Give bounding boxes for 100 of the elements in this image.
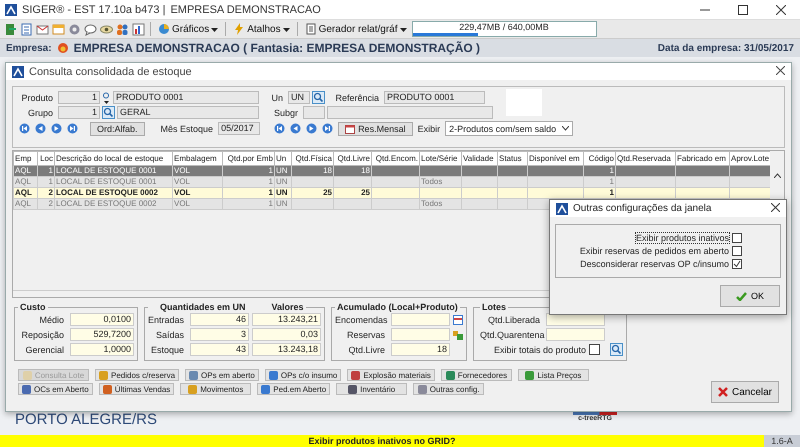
menu-button[interactable]: Gráficos [156, 23, 220, 35]
checkbox-label: Desconsiderar reservas OP c/insumo [580, 259, 729, 269]
column-header[interactable]: Qtd.por Emb [222, 152, 274, 166]
cancel-button[interactable]: Cancelar [711, 381, 779, 403]
chart-icon[interactable] [132, 22, 145, 36]
app-logo-icon [5, 4, 17, 16]
eye-icon[interactable] [100, 22, 113, 36]
company-label: Empresa: [6, 42, 52, 54]
close-icon[interactable] [776, 66, 785, 74]
action-button[interactable]: Outras config. [413, 383, 484, 395]
lightning-icon [233, 23, 246, 35]
field-label: Estoque [150, 344, 185, 354]
field-label: Qtd.Quarentena [480, 330, 543, 340]
field-label: Qtd.Liberada [486, 314, 541, 324]
column-header[interactable]: Validade [462, 152, 498, 166]
arrow-left-icon[interactable] [290, 123, 302, 134]
door-icon[interactable] [4, 22, 17, 36]
action-button[interactable]: Movimentos [180, 383, 252, 395]
column-header[interactable]: Qtd.Livre [334, 152, 372, 166]
skip-forward-icon[interactable] [67, 123, 78, 134]
field-label: Produto [20, 92, 54, 102]
ok-button[interactable]: OK [720, 285, 780, 307]
close-icon[interactable] [776, 4, 786, 14]
checkbox-label: Exibir produtos inativos [636, 233, 729, 243]
display-dropdown[interactable]: 2-Produtos com/sem saldo [445, 121, 574, 136]
value-field: 13.243,18 [252, 343, 321, 356]
checkbox[interactable] [732, 233, 742, 243]
column-header[interactable]: Status [498, 152, 528, 166]
skip-forward-icon[interactable] [322, 123, 334, 134]
app-logo-icon [12, 66, 24, 78]
code-field[interactable]: 1 [58, 91, 100, 104]
action-button[interactable]: Lista Preços [518, 369, 589, 381]
value-field [391, 313, 450, 326]
column-header[interactable]: Qtd.Reservada [616, 152, 676, 166]
field-label: Qtd.Livre [347, 344, 386, 354]
column-header[interactable]: Fabricado em [676, 152, 730, 166]
skip-back-icon[interactable] [274, 123, 286, 134]
code-field[interactable]: 1 [58, 106, 100, 119]
order-button[interactable]: Ord:Alfab. [90, 122, 145, 136]
table-row[interactable]: AQL 1 LOCAL DE ESTOQUE 0001 VOL 1 UN 18 18 1 [14, 166, 774, 176]
envelope-icon[interactable] [36, 22, 49, 36]
flame-logo-icon [56, 42, 69, 54]
value-field: 3 [190, 328, 249, 341]
checkbox[interactable] [732, 246, 742, 256]
name-field[interactable]: GERAL [117, 106, 259, 119]
column-header[interactable]: Descrição do local de estoque [54, 152, 172, 166]
action-button[interactable]: Fornecedores [440, 369, 512, 381]
action-button[interactable]: Últimas Vendas [98, 383, 174, 395]
arrow-left-icon[interactable] [35, 123, 46, 134]
x-icon [718, 387, 728, 397]
column-header[interactable]: Código [584, 152, 616, 166]
value-field: 1,0000 [70, 343, 134, 356]
maximize-icon[interactable] [738, 4, 748, 14]
input-field[interactable] [303, 106, 325, 119]
column-header[interactable]: Un [274, 152, 292, 166]
action-button[interactable]: OPs c/o insumo [264, 369, 342, 381]
table-cell: LOCAL DE ESTOQUE 0001 [54, 166, 172, 176]
action-button[interactable]: Explosão materiais [347, 369, 435, 381]
column-header[interactable]: Disponível em [528, 152, 584, 166]
table-cell: AQL [14, 198, 38, 210]
action-button[interactable]: OPs em aberto [185, 369, 259, 381]
menu-button[interactable]: Atalhos [231, 23, 292, 35]
pie-chart-icon [158, 23, 170, 35]
action-button[interactable]: OCs em Aberto [18, 383, 93, 395]
input-field[interactable]: UN [288, 91, 310, 104]
company-date: Data da empresa: 31/05/2017 [658, 42, 794, 54]
action-button[interactable]: Pedidos c/reserva [95, 369, 180, 381]
column-header[interactable]: Qtd.Encom. [372, 152, 420, 166]
input-field[interactable]: PRODUTO 0001 [384, 91, 485, 104]
checkbox[interactable] [589, 344, 600, 355]
action-button[interactable]: Ped.em Aberto [257, 383, 330, 395]
input-field[interactable] [327, 106, 493, 119]
column-header[interactable]: Emp [14, 152, 38, 166]
arrow-right-icon[interactable] [306, 123, 318, 134]
close-icon[interactable] [771, 202, 780, 212]
chat-icon[interactable] [84, 22, 97, 36]
summary-button[interactable]: Res.Mensal [338, 122, 413, 136]
panel-title: Valores [272, 302, 304, 312]
field-label: Exibir [418, 124, 440, 134]
table-cell: LOCAL DE ESTOQUE 0002 [54, 198, 172, 210]
value-field: 46 [190, 313, 249, 326]
cubes-icon[interactable] [453, 330, 463, 340]
skip-back-icon[interactable] [19, 123, 30, 134]
action-button[interactable]: Inventário [336, 383, 408, 395]
input-field[interactable]: 05/2017 [218, 122, 260, 135]
column-header[interactable]: Embalagem [172, 152, 222, 166]
menu-button[interactable]: Gerador relat/gráf [302, 23, 409, 35]
table-cell: AQL [14, 166, 38, 176]
checkbox[interactable] [732, 259, 742, 269]
window-icon[interactable] [52, 22, 65, 36]
column-header[interactable]: Qtd.Física [292, 152, 334, 166]
scroll-up-icon[interactable] [774, 173, 780, 178]
calendar-icon[interactable] [453, 314, 463, 324]
table-row[interactable]: AQL 1 LOCAL DE ESTOQUE 0001 VOL 1 UN Todos 1 [14, 176, 774, 188]
column-header[interactable]: Loc [38, 152, 54, 166]
column-header[interactable]: Lote/Série [420, 152, 462, 166]
dialog-title: Consulta consolidada de estoque [29, 66, 192, 78]
name-field[interactable]: PRODUTO 0001 [113, 91, 259, 104]
arrow-right-icon[interactable] [51, 123, 62, 134]
table-row[interactable]: AQL 2 LOCAL DE ESTOQUE 0002 VOL 1 UN 25 25 1 [14, 188, 774, 198]
